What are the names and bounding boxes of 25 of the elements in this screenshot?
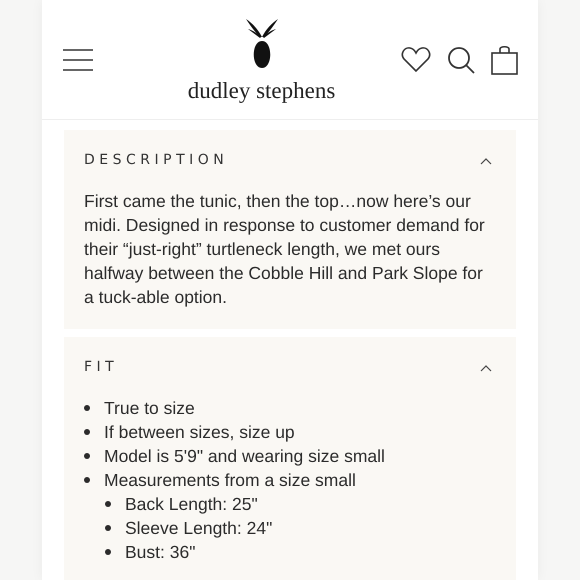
bullet-icon	[84, 405, 90, 411]
bullet-icon	[84, 429, 90, 435]
bullet-icon	[105, 501, 111, 507]
bullet-icon	[84, 477, 90, 483]
list-item-text: Sleeve Length: 24"	[125, 517, 272, 540]
menu-icon[interactable]	[62, 48, 94, 72]
section-title[interactable]: FIT	[84, 357, 118, 378]
pineapple-logo-icon	[244, 17, 280, 69]
bullet-icon	[84, 453, 90, 459]
brand-name[interactable]: dudley stephens	[188, 79, 336, 102]
collapse-caret-icon[interactable]	[480, 156, 492, 164]
section-title[interactable]: DESCRIPTION	[84, 150, 228, 171]
list-item-text: Bust: 36"	[125, 541, 196, 564]
list-item-text: Measurements from a size small	[104, 469, 356, 492]
shopping-bag-icon[interactable]	[491, 44, 518, 74]
list-item-text: Back Length: 25"	[125, 493, 258, 516]
list-item-text: If between sizes, size up	[104, 421, 295, 444]
heart-icon[interactable]	[401, 46, 431, 73]
search-icon[interactable]	[447, 46, 475, 74]
description-text: First came the tunic, then the top…now here’s our midi. Designed in response to customer demand for their “just-right” turtleneck length, we met ours halfway between the Cobble Hill and Park Slope for a tuck-able option.	[84, 190, 486, 309]
bullet-icon	[105, 549, 111, 555]
list-item-text: Model is 5'9" and wearing size small	[104, 445, 385, 468]
bullet-icon	[105, 525, 111, 531]
list-item-text: True to size	[104, 397, 195, 420]
collapse-caret-icon[interactable]	[480, 364, 492, 372]
